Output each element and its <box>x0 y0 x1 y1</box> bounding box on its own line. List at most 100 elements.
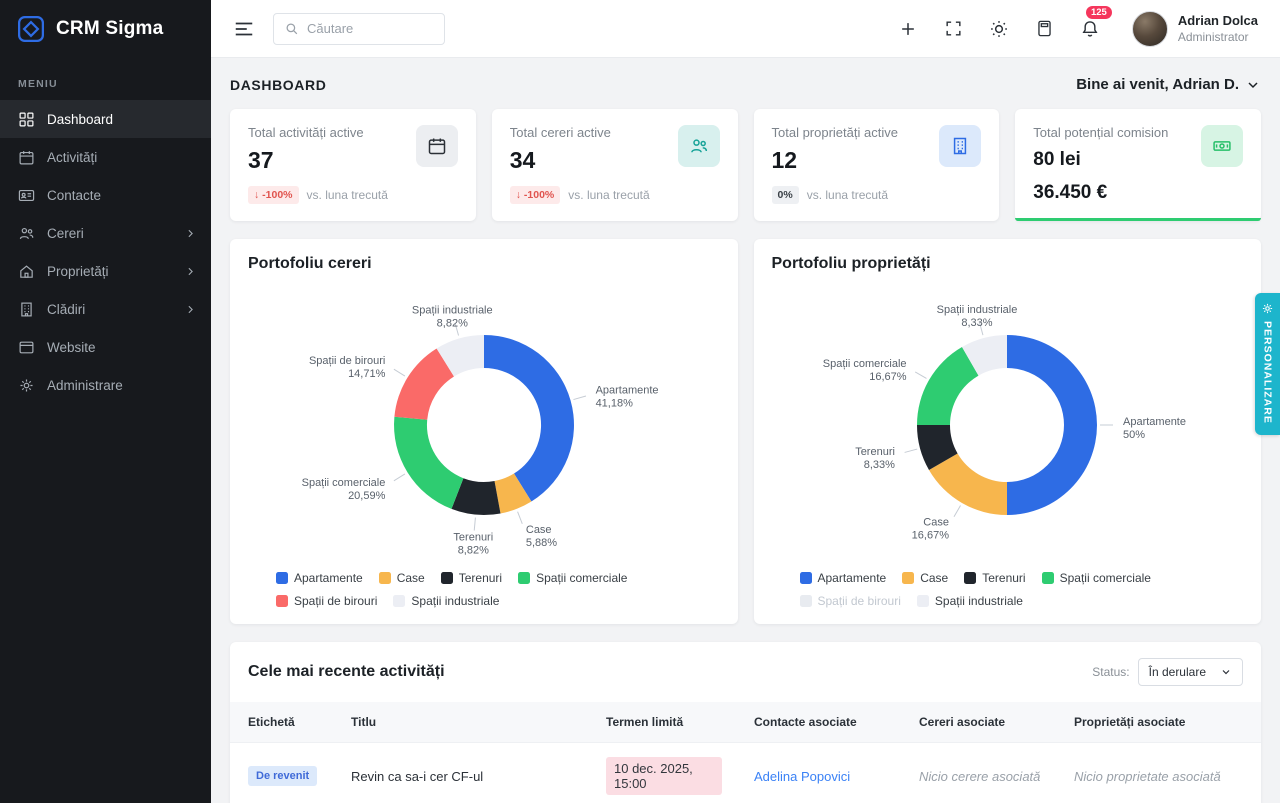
portfolio-charts: Portofoliu cereri Apartamente41,18%Case5… <box>230 239 1261 624</box>
welcome-dropdown[interactable]: Bine ai venit, Adrian D. <box>1076 76 1261 93</box>
sidebar-item-activities[interactable]: Activități <box>0 138 211 176</box>
legend-item[interactable]: Apartamente <box>800 571 887 585</box>
sidebar-item-buildings[interactable]: Clădiri <box>0 290 211 328</box>
donut-label: Terenuri8,82% <box>453 532 493 557</box>
donut-label: Apartamente41,18% <box>595 385 658 410</box>
legend-item[interactable]: Spații de birouri <box>276 594 377 608</box>
contact-link[interactable]: Adelina Popovici <box>754 769 850 784</box>
money-icon <box>1201 125 1243 167</box>
donut-chart: Apartamente50%Case16,67%Terenuri8,33%Spa… <box>772 275 1242 565</box>
trend-badge: 0% <box>772 186 799 204</box>
legend-item[interactable]: Case <box>902 571 948 585</box>
legend-item[interactable]: Spații comerciale <box>518 571 627 585</box>
deadline-badge: 10 dec. 2025, 15:00 <box>606 757 722 795</box>
sidebar-item-properties[interactable]: Proprietăți <box>0 252 211 290</box>
label-leader-line <box>954 506 961 517</box>
sidebar-item-requests[interactable]: Cereri <box>0 214 211 252</box>
legend-item[interactable]: Spații industriale <box>917 594 1023 608</box>
gear-icon <box>18 377 35 394</box>
building-icon <box>18 301 35 318</box>
notifications-button[interactable]: 125 <box>1080 19 1100 39</box>
calendar-icon <box>416 125 458 167</box>
bell-icon <box>1080 19 1100 39</box>
sidebar-toggle-button[interactable] <box>233 18 255 40</box>
stat-title: Total proprietăți active <box>772 125 898 140</box>
chevron-down-icon <box>1245 77 1261 93</box>
brand-name: CRM Sigma <box>56 18 163 40</box>
legend-swatch <box>917 595 929 607</box>
user-menu[interactable]: Adrian Dolca Administrator <box>1132 11 1258 47</box>
theme-toggle-button[interactable] <box>989 19 1009 39</box>
sidebar-item-dashboard[interactable]: Dashboard <box>0 100 211 138</box>
stat-note: vs. luna trecută <box>568 188 649 202</box>
chart-card-requests-portfolio: Portofoliu cereri Apartamente41,18%Case5… <box>230 239 738 624</box>
app-logo[interactable]: CRM Sigma <box>0 0 211 58</box>
legend-item[interactable]: Spații comerciale <box>1042 571 1151 585</box>
sidebar-menu: Dashboard Activități Contacte Cereri Pro… <box>0 100 211 404</box>
legend-label: Case <box>920 571 948 585</box>
dashboard-icon <box>18 111 35 128</box>
chevron-right-icon <box>184 265 197 278</box>
chevron-right-icon <box>184 303 197 316</box>
property-cell: Nicio proprietate asociată <box>1074 769 1221 784</box>
stat-value-lei: 80 lei <box>1033 147 1168 173</box>
legend-label: Spații de birouri <box>818 594 901 608</box>
building-icon <box>939 125 981 167</box>
fullscreen-button[interactable] <box>944 19 963 38</box>
notification-count-badge: 125 <box>1086 6 1112 20</box>
request-cell: Nicio cerere asociată <box>919 769 1040 784</box>
legend-item[interactable]: Terenuri <box>441 571 502 585</box>
sidebar-item-contacts[interactable]: Contacte <box>0 176 211 214</box>
search-box[interactable] <box>273 13 445 45</box>
sidebar-item-label: Contacte <box>47 188 197 203</box>
legend-label: Terenuri <box>982 571 1025 585</box>
label-leader-line <box>394 474 405 481</box>
gear-icon <box>1261 302 1274 315</box>
user-name: Adrian Dolca <box>1178 13 1258 28</box>
donut-slice[interactable] <box>1007 335 1097 515</box>
label-leader-line <box>517 512 522 524</box>
legend-label: Apartamente <box>818 571 887 585</box>
legend-label: Spații industriale <box>935 594 1023 608</box>
people-icon <box>18 225 35 242</box>
legend-item[interactable]: Apartamente <box>276 571 363 585</box>
legend-swatch <box>800 572 812 584</box>
column-header: Titlu <box>335 702 590 743</box>
logo-icon <box>16 14 46 44</box>
stat-cards: Total activități active 37 ↓ -100% vs. l… <box>230 109 1261 221</box>
search-input[interactable] <box>307 21 425 36</box>
house-icon <box>18 263 35 280</box>
sidebar: CRM Sigma MENIU Dashboard Activități Con… <box>0 0 211 803</box>
calculator-button[interactable] <box>1035 19 1054 38</box>
add-button[interactable] <box>898 19 918 39</box>
sidebar-item-label: Clădiri <box>47 302 172 317</box>
column-header: Termen limită <box>590 702 738 743</box>
legend-item[interactable]: Terenuri <box>964 571 1025 585</box>
browser-icon <box>18 339 35 356</box>
donut-label: Terenuri8,33% <box>855 446 895 471</box>
donut-label: Spații de birouri14,71% <box>309 355 386 380</box>
legend-swatch <box>964 572 976 584</box>
legend-item[interactable]: Spații industriale <box>393 594 499 608</box>
sidebar-item-label: Proprietăți <box>47 264 172 279</box>
activities-title: Cele mai recente activități <box>248 663 445 681</box>
chart-title: Portofoliu proprietăți <box>772 255 1244 273</box>
legend-item[interactable]: Spații de birouri <box>800 594 901 608</box>
hamburger-icon <box>233 18 255 40</box>
topbar-actions: 125 Adrian Dolca Administrator <box>898 11 1258 47</box>
legend-label: Spații de birouri <box>294 594 377 608</box>
sidebar-item-administration[interactable]: Administrare <box>0 366 211 404</box>
stat-title: Total cereri active <box>510 125 650 140</box>
label-leader-line <box>915 372 926 379</box>
donut-slice[interactable] <box>394 417 463 509</box>
legend-swatch <box>1042 572 1054 584</box>
column-header: Cereri asociate <box>903 702 1058 743</box>
status-select[interactable]: În derulare <box>1138 658 1243 686</box>
legend-item[interactable]: Case <box>379 571 425 585</box>
plus-icon <box>898 19 918 39</box>
legend-label: Case <box>397 571 425 585</box>
donut-label: Spații comerciale20,59% <box>301 477 385 502</box>
sidebar-item-website[interactable]: Website <box>0 328 211 366</box>
personalize-tab[interactable]: PERSONALIZARE <box>1255 293 1280 435</box>
donut-slice[interactable] <box>484 335 574 502</box>
